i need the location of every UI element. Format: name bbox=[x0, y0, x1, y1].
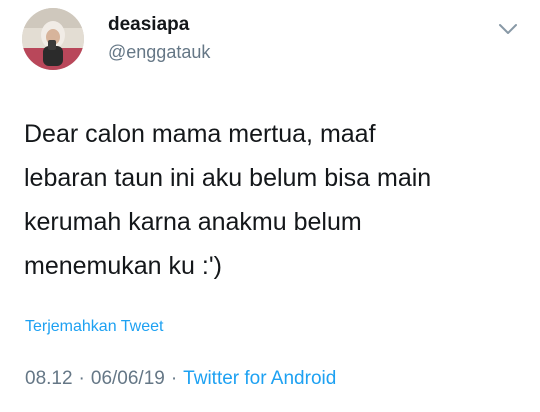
tweet-date[interactable]: 06/06/19 bbox=[91, 368, 165, 389]
tweet-time[interactable]: 08.12 bbox=[25, 368, 73, 389]
meta-separator: · bbox=[170, 368, 178, 389]
tweet-source[interactable]: Twitter for Android bbox=[183, 368, 336, 389]
tweet-text: Dear calon mama mertua, maaf lebaran tau… bbox=[24, 120, 432, 280]
user-handle[interactable]: @enggatauk bbox=[108, 42, 210, 63]
display-name[interactable]: deasiapa bbox=[108, 14, 189, 36]
tweet-card: deasiapa @enggatauk Dear calon mama mert… bbox=[0, 0, 540, 412]
avatar-image bbox=[22, 8, 84, 70]
avatar[interactable] bbox=[22, 8, 84, 70]
chevron-down-icon[interactable] bbox=[496, 20, 520, 38]
meta-separator: · bbox=[78, 368, 85, 389]
translate-tweet-link[interactable]: Terjemahkan Tweet bbox=[25, 318, 163, 336]
tweet-meta: 08.12 · 06/06/19 · Twitter for Android bbox=[25, 368, 336, 390]
